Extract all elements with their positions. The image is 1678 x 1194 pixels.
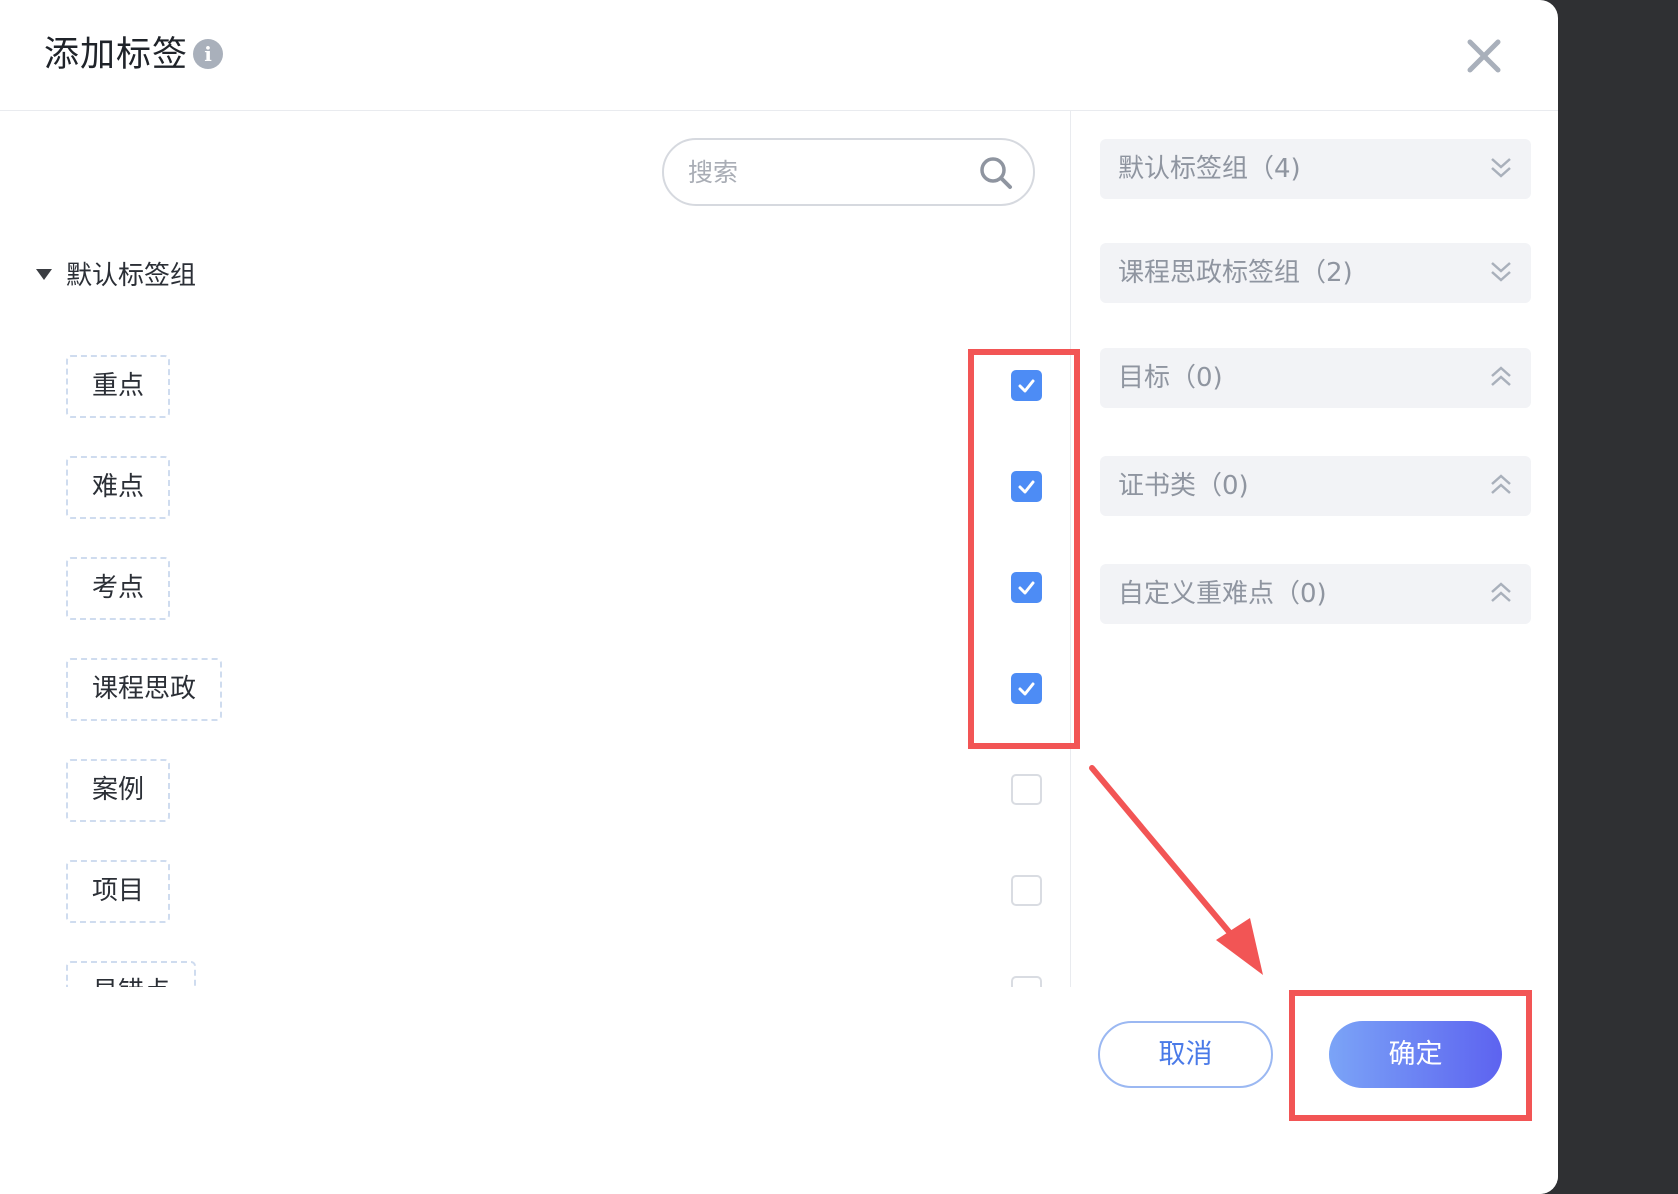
tag-chip: 项目 — [66, 860, 171, 923]
tag-group-collapse-item[interactable]: 目标（0) — [1100, 348, 1531, 408]
checkmark-icon — [1018, 379, 1035, 393]
tag-group-collapse-label: 自定义重难点（0) — [1118, 579, 1327, 609]
tag-group-collapse-label: 目标（0) — [1118, 363, 1223, 393]
tag-chip: 课程思政 — [66, 658, 223, 721]
double-chevron-down-icon[interactable] — [1489, 257, 1513, 287]
tag-group-collapse-label: 默认标签组（4) — [1118, 154, 1301, 184]
tag-chip: 案例 — [66, 759, 171, 822]
search-icon[interactable] — [979, 156, 1013, 190]
search-input[interactable] — [688, 154, 968, 190]
tag-chip: 难点 — [66, 456, 171, 519]
tag-chip: 重点 — [66, 355, 171, 418]
confirm-button[interactable]: 确定 — [1329, 1021, 1502, 1088]
double-chevron-up-icon[interactable] — [1489, 470, 1513, 500]
tag-group-collapse-label: 课程思政标签组（2) — [1118, 258, 1353, 288]
search-box — [662, 138, 1035, 206]
dialog-footer: 取消 确定 — [0, 987, 1558, 1194]
tag-checkbox[interactable] — [1011, 976, 1042, 987]
tag-group-collapse-label: 证书类（0) — [1118, 471, 1249, 501]
tag-checkbox[interactable] — [1011, 673, 1042, 704]
double-chevron-up-icon[interactable] — [1489, 362, 1513, 392]
cancel-button[interactable]: 取消 — [1098, 1021, 1273, 1088]
tag-list-pane: 默认标签组 重点 难点 考点 课程思政 案例 项目 易错点 — [0, 111, 1070, 987]
double-chevron-up-icon[interactable] — [1489, 578, 1513, 608]
checkmark-icon — [1018, 581, 1035, 595]
caret-down-icon[interactable] — [36, 269, 52, 280]
tag-checkbox[interactable] — [1011, 875, 1042, 906]
dialog-title: 添加标签 — [44, 35, 189, 75]
tag-chip: 考点 — [66, 557, 171, 620]
tag-group-collapse-item[interactable]: 默认标签组（4) — [1100, 139, 1531, 199]
tag-group-collapse-item[interactable]: 自定义重难点（0) — [1100, 564, 1531, 624]
annotation-arrow — [1089, 765, 1263, 975]
close-icon[interactable] — [1462, 34, 1506, 78]
add-tag-dialog: 添加标签 i 默认标签组 重点 难点 考点 课程思政 案例 项目 易错点 — [0, 0, 1558, 1194]
double-chevron-down-icon[interactable] — [1489, 153, 1513, 183]
tag-group-collapse-item[interactable]: 证书类（0) — [1100, 456, 1531, 516]
checkmark-icon — [1018, 480, 1035, 494]
tag-group-collapse-item[interactable]: 课程思政标签组（2) — [1100, 243, 1531, 303]
tag-checkbox[interactable] — [1011, 572, 1042, 603]
tag-checkbox[interactable] — [1011, 471, 1042, 502]
checkmark-icon — [1018, 682, 1035, 696]
tag-checkbox[interactable] — [1011, 774, 1042, 805]
tag-chip: 易错点 — [66, 961, 197, 987]
dialog-header: 添加标签 i — [0, 0, 1558, 111]
tag-group-label: 默认标签组 — [66, 261, 197, 291]
pane-divider — [1070, 111, 1071, 987]
tag-checkbox[interactable] — [1011, 370, 1042, 401]
info-icon[interactable]: i — [193, 39, 223, 69]
